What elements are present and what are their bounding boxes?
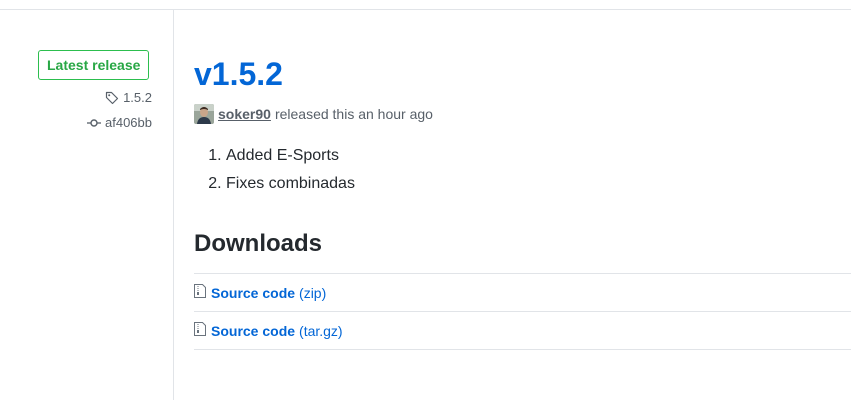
- list-item: Added E-Sports: [226, 146, 355, 166]
- file-zip-icon: [194, 321, 206, 336]
- downloads-heading: Downloads: [194, 230, 323, 257]
- tag-icon: [105, 91, 119, 105]
- latest-release-badge: Latest release: [38, 50, 150, 80]
- commit-icon: [87, 119, 101, 127]
- avatar-image: [194, 104, 214, 124]
- asset-ext[interactable]: (zip): [299, 285, 326, 301]
- commit-link[interactable]: af406bb: [87, 115, 152, 131]
- released-text: released this an hour ago: [274, 106, 433, 122]
- release-title[interactable]: v1.5.2: [194, 54, 283, 94]
- asset-row-zip: Source code (zip): [194, 274, 851, 312]
- commit-sha: af406bb: [105, 115, 152, 130]
- asset-list: Source code (zip) Source code (tar.gz): [194, 273, 851, 350]
- source-code-zip-link[interactable]: Source code: [211, 285, 295, 301]
- release-meta-column: Latest release 1.5.2 af406bb: [0, 10, 174, 400]
- release-notes: Added E-Sports Fixes combinadas: [194, 146, 355, 202]
- source-code-targz-link[interactable]: Source code: [211, 323, 295, 339]
- asset-row-targz: Source code (tar.gz): [194, 312, 851, 350]
- avatar[interactable]: [194, 104, 214, 124]
- author-link[interactable]: soker90: [218, 106, 271, 122]
- file-zip-icon: [194, 283, 206, 298]
- tag-name: 1.5.2: [123, 90, 152, 105]
- tag-link[interactable]: 1.5.2: [105, 90, 152, 106]
- list-item: Fixes combinadas: [226, 174, 355, 194]
- release-byline: soker90 released this an hour ago: [194, 104, 433, 124]
- asset-ext[interactable]: (tar.gz): [299, 323, 343, 339]
